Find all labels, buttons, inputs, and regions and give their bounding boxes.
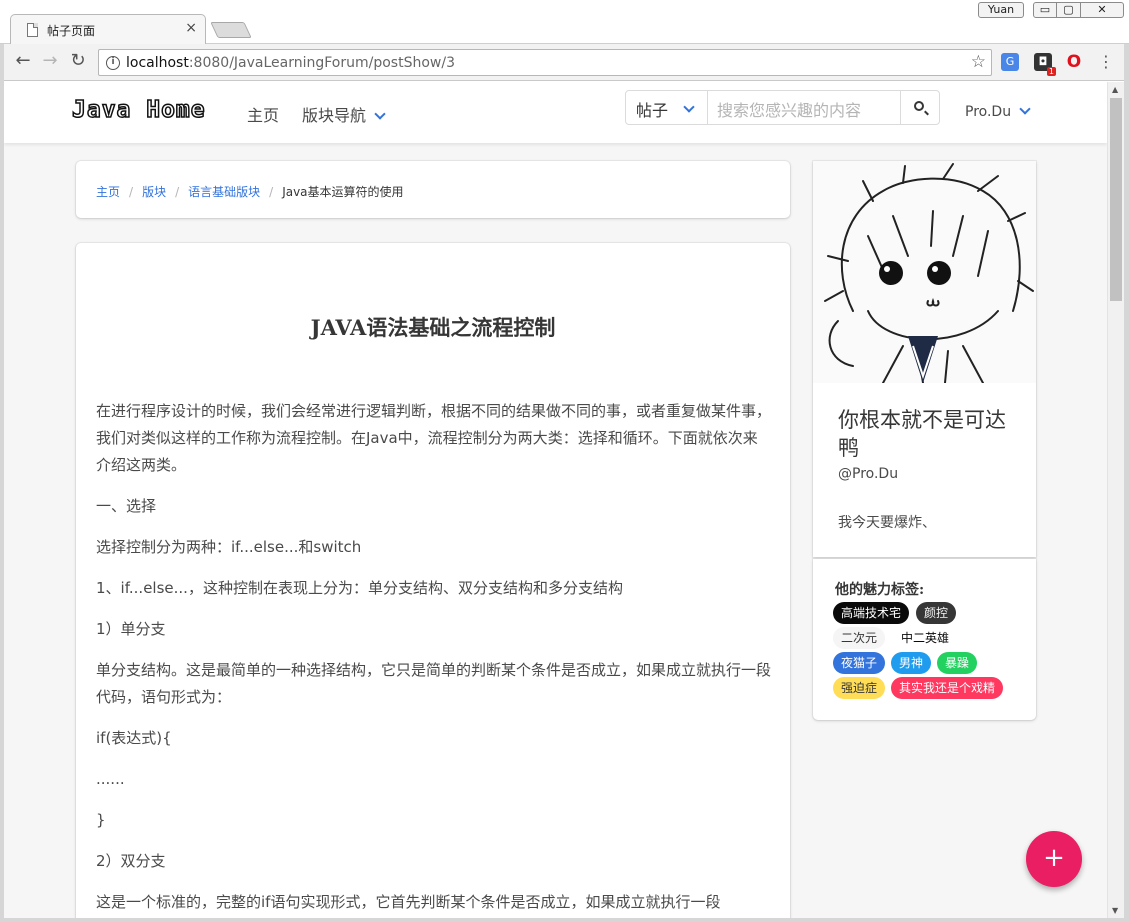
extension-badge: 1 bbox=[1046, 67, 1056, 76]
post-paragraph: 一、选择 bbox=[96, 497, 157, 515]
maximize-button[interactable]: ▢ bbox=[1056, 2, 1081, 18]
user-menu-label: Pro.Du bbox=[965, 104, 1012, 120]
scrollbar-thumb[interactable] bbox=[1110, 98, 1122, 301]
add-post-button[interactable]: + bbox=[1026, 831, 1082, 887]
url-text: localhost:8080/JavaLearningForum/postSho… bbox=[126, 55, 455, 71]
avatar[interactable] bbox=[813, 161, 1036, 383]
avatar-illustration bbox=[824, 163, 1034, 383]
post-paragraph: 在进行程序设计的时候，我们会经常进行逻辑判断，根据不同的结果做不同的事，或者重复… bbox=[96, 402, 772, 474]
search-type-select[interactable]: 帖子 bbox=[625, 90, 708, 125]
window-frame-right bbox=[1124, 44, 1129, 922]
post-paragraph: } bbox=[96, 811, 106, 829]
address-bar[interactable]: i localhost:8080/JavaLearningForum/postS… bbox=[98, 49, 992, 76]
profile-name: 你根本就不是可达鸭 bbox=[838, 408, 1006, 460]
breadcrumb: 主页 / 版块 / 语言基础版块 / Java基本运算符的使用 bbox=[96, 183, 404, 200]
page-scrollbar[interactable]: ▲ ▼ bbox=[1107, 82, 1124, 918]
post-paragraph: 单分支结构。这是最简单的一种选择结构，它只是简单的判断某个条件是否成立，如果成立… bbox=[96, 661, 772, 706]
scroll-down-arrow-icon[interactable]: ▼ bbox=[1112, 906, 1118, 915]
browser-menu-icon[interactable]: ⋮ bbox=[1098, 52, 1114, 71]
post-paragraph: 这是一个标准的，完整的if语句实现形式，它首先判断某个条件是否成立，如果成立就执… bbox=[96, 893, 721, 911]
opera-extension-icon[interactable]: O bbox=[1065, 53, 1083, 71]
scroll-up-arrow-icon[interactable]: ▲ bbox=[1112, 85, 1118, 94]
site-logo[interactable]: Java Home bbox=[71, 96, 206, 124]
tag[interactable]: 男神 bbox=[891, 652, 932, 674]
profile-card: 你根本就不是可达鸭 @Pro.Du 我今天要爆炸、 bbox=[813, 161, 1036, 557]
breadcrumb-separator: / bbox=[175, 185, 180, 199]
post-paragraph: 1、if...else...，这种控制在表现上分为：单分支结构、双分支结构和多分… bbox=[96, 579, 623, 597]
bookmark-star-icon[interactable]: ☆ bbox=[971, 52, 986, 72]
ghostery-extension-icon[interactable]: ◘ 1 bbox=[1034, 53, 1056, 76]
chevron-down-icon bbox=[683, 101, 695, 113]
close-window-button[interactable]: ✕ bbox=[1080, 2, 1124, 18]
browser-tab-active[interactable]: 帖子页面 × bbox=[10, 14, 206, 45]
tag[interactable]: 强迫症 bbox=[833, 677, 886, 699]
page-icon bbox=[27, 23, 38, 37]
tag[interactable]: 其实我还是个戏精 bbox=[891, 677, 1004, 699]
page-viewport: Java Home 主页 版块导航 帖子 搜索您感兴趣的内容 Pro.Du 主页… bbox=[4, 82, 1107, 918]
tag[interactable]: 中二英雄 bbox=[893, 627, 958, 649]
browser-titlebar: 帖子页面 × Yuan ▭ ▢ ✕ bbox=[0, 0, 1129, 45]
breadcrumb-home[interactable]: 主页 bbox=[96, 185, 120, 199]
nav-home-link[interactable]: 主页 bbox=[247, 102, 279, 126]
new-tab-button[interactable] bbox=[210, 22, 252, 38]
post-paragraph: 1）单分支 bbox=[96, 620, 166, 638]
site-navbar: Java Home 主页 版块导航 帖子 搜索您感兴趣的内容 Pro.Du bbox=[4, 82, 1107, 143]
user-menu-dropdown[interactable]: Pro.Du bbox=[965, 103, 1031, 120]
post-paragraph: ...... bbox=[96, 770, 125, 788]
reload-icon[interactable]: ↻ bbox=[66, 50, 90, 71]
post-paragraph: 选择控制分为两种：if...else...和switch bbox=[96, 538, 362, 556]
translate-extension-icon[interactable]: G bbox=[1001, 53, 1019, 71]
breadcrumb-separator: / bbox=[269, 185, 274, 199]
nav-boards-dropdown[interactable]: 版块导航 bbox=[302, 102, 386, 126]
post-paragraph: 2）双分支 bbox=[96, 852, 166, 870]
tag[interactable]: 夜猫子 bbox=[833, 652, 886, 674]
nav-boards-label: 版块导航 bbox=[302, 106, 367, 125]
back-icon[interactable]: ← bbox=[11, 50, 35, 71]
search-icon bbox=[914, 101, 924, 111]
tab-close-icon[interactable]: × bbox=[185, 20, 197, 36]
search-input[interactable]: 搜索您感兴趣的内容 bbox=[707, 90, 901, 125]
breadcrumb-separator: / bbox=[129, 185, 134, 199]
post-title: JAVA语法基础之流程控制 bbox=[310, 315, 556, 340]
post-card: JAVA语法基础之流程控制 在进行程序设计的时候，我们会经常进行逻辑判断，根据不… bbox=[76, 243, 790, 918]
chevron-down-icon bbox=[374, 108, 386, 120]
window-frame-bottom bbox=[0, 918, 1129, 922]
tag[interactable]: 颜控 bbox=[916, 602, 957, 624]
search-type-value: 帖子 bbox=[636, 101, 669, 120]
post-paragraph: if(表达式){ bbox=[96, 729, 172, 747]
tag[interactable]: 二次元 bbox=[833, 627, 886, 649]
tag[interactable]: 高端技术宅 bbox=[833, 602, 910, 624]
url-host: localhost bbox=[126, 55, 189, 71]
tag[interactable]: 暴躁 bbox=[937, 652, 978, 674]
search-button[interactable] bbox=[900, 90, 940, 125]
profile-handle: @Pro.Du bbox=[838, 466, 899, 482]
browser-toolbar: ← → ↻ i localhost:8080/JavaLearningForum… bbox=[0, 44, 1129, 81]
forward-icon[interactable]: → bbox=[38, 50, 62, 71]
post-body: 在进行程序设计的时候，我们会经常进行逻辑判断，根据不同的结果做不同的事，或者重复… bbox=[96, 398, 772, 918]
profile-button[interactable]: Yuan bbox=[978, 2, 1024, 18]
tab-title: 帖子页面 bbox=[47, 24, 96, 38]
breadcrumb-boards[interactable]: 版块 bbox=[142, 185, 166, 199]
tags-card: 他的魅力标签: 高端技术宅 颜控 二次元 中二英雄 夜猫子 男神 暴躁 强迫症 … bbox=[813, 559, 1036, 720]
url-path: :8080/JavaLearningForum/postShow/3 bbox=[188, 55, 455, 71]
breadcrumb-board[interactable]: 语言基础版块 bbox=[188, 185, 260, 199]
info-icon[interactable]: i bbox=[106, 56, 120, 70]
tags-title: 他的魅力标签: bbox=[835, 582, 925, 598]
breadcrumb-current: Java基本运算符的使用 bbox=[282, 185, 404, 199]
breadcrumb-card: 主页 / 版块 / 语言基础版块 / Java基本运算符的使用 bbox=[76, 161, 790, 218]
chevron-down-icon bbox=[1019, 103, 1031, 115]
minimize-button[interactable]: ▭ bbox=[1033, 2, 1057, 18]
profile-motto: 我今天要爆炸、 bbox=[838, 515, 936, 531]
